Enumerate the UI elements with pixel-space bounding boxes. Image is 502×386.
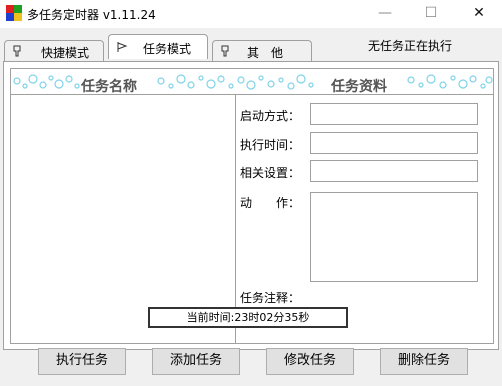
minimize-button[interactable]: — (362, 0, 408, 28)
note-label: 任务注释： (240, 291, 301, 305)
execute-task-button[interactable]: 执行任务 (38, 348, 126, 375)
tab-label: 快捷模式 (41, 46, 90, 60)
exec-time-field[interactable] (310, 132, 478, 154)
settings-field[interactable] (310, 160, 478, 182)
app-icon (6, 5, 22, 21)
action-textarea[interactable] (310, 192, 478, 282)
add-task-button[interactable]: 添加任务 (152, 348, 240, 375)
current-time-display: 当前时间:23时02分35秒 (148, 307, 348, 328)
tab-other[interactable]: 其 他 (212, 40, 312, 62)
pin-icon (12, 45, 22, 60)
start-mode-field[interactable] (310, 103, 478, 125)
task-info-header: 任务资料 (331, 79, 387, 95)
tab-quick-mode[interactable]: 快捷模式 (4, 40, 104, 62)
window-title: 多任务定时器 v1.11.24 (27, 8, 156, 22)
action-label: 动 作： (240, 196, 301, 210)
close-button[interactable]: ✕ (456, 0, 502, 28)
tab-label: 任务模式 (143, 42, 192, 56)
settings-label: 相关设置： (240, 166, 301, 180)
tab-task-mode[interactable]: 任务模式 (108, 34, 208, 59)
delete-task-button[interactable]: 删除任务 (380, 348, 468, 375)
title-bar[interactable]: 多任务定时器 v1.11.24 — ☐ ✕ (0, 0, 502, 28)
start-mode-label: 启动方式： (240, 109, 301, 123)
task-name-header: 任务名称 (81, 79, 137, 95)
header-band: 任务名称 任务资料 (10, 68, 494, 96)
flag-icon (116, 41, 128, 56)
maximize-button[interactable]: ☐ (408, 0, 454, 28)
exec-time-label: 执行时间： (240, 138, 301, 152)
pin-icon (220, 45, 230, 60)
tab-label: 其 他 (247, 46, 284, 60)
modify-task-button[interactable]: 修改任务 (266, 348, 354, 375)
status-text: 无任务正在执行 (368, 39, 453, 53)
